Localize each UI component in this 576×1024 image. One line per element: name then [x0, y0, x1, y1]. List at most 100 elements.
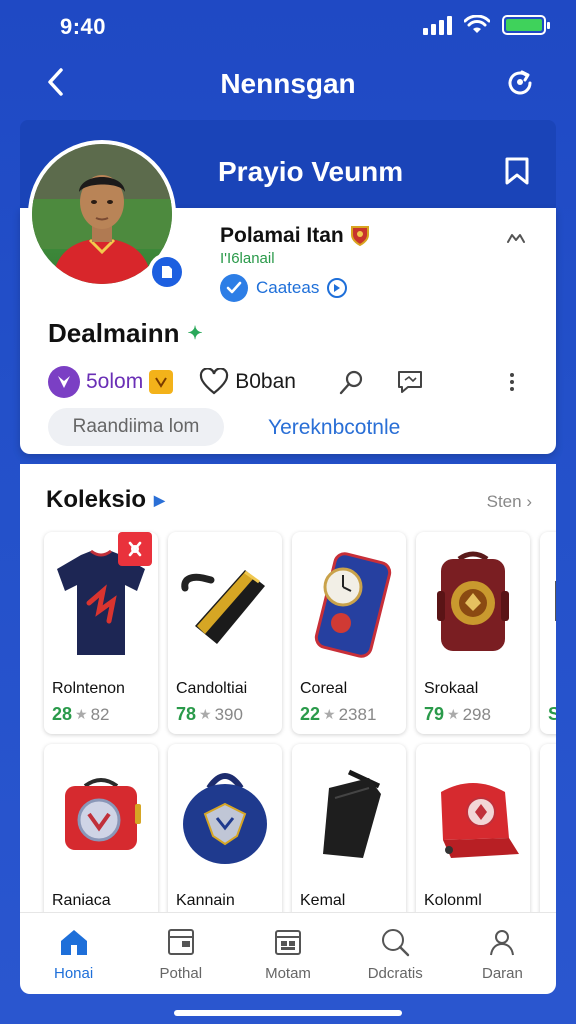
section-title-text: Koleksio [46, 486, 147, 513]
search-icon [339, 370, 363, 395]
search-pill[interactable]: Raandiima lom [48, 408, 224, 446]
bottom-nav: Honai Pothal Motam Ddcratis Daran [20, 912, 556, 994]
verify-label: Caateas [256, 278, 320, 297]
heart-icon [200, 368, 229, 395]
club-crest-icon [350, 226, 369, 247]
product-card[interactable]: Srokaal 79 ★ 298 [416, 532, 530, 734]
red-bag-image [44, 744, 158, 882]
battery-fill [506, 19, 542, 31]
signal-icon [423, 15, 452, 35]
avatar-badge[interactable] [148, 253, 186, 291]
product-name: Kannain [176, 892, 235, 909]
nav-calendar[interactable]: Motam [234, 913, 341, 994]
username-text: Dealmainn [48, 318, 180, 348]
calendar-icon [271, 925, 305, 959]
bookmark-button[interactable] [500, 154, 534, 188]
rating-value: 79 [424, 704, 445, 724]
followers-count: B0ban [235, 370, 296, 393]
share-icon [508, 70, 532, 95]
club-handle: I'I6lanail [220, 250, 275, 267]
bookmark-icon [505, 157, 529, 185]
section-title[interactable]: Koleksio ▶ [46, 486, 165, 514]
play-small-icon: ▶ [154, 491, 165, 508]
status-icons [423, 15, 550, 35]
nav-calendar-label: Motam [265, 965, 311, 982]
product-card[interactable] [540, 744, 556, 912]
banner-name: Prayio Veunm [218, 156, 404, 187]
nav-profile-label: Daran [481, 965, 523, 982]
more-vertical-icon [510, 373, 514, 391]
rating-value: 78 [176, 704, 197, 724]
product-name: Kolonml [424, 892, 482, 909]
battery-icon [502, 15, 550, 35]
chevron-mini-icon [507, 234, 525, 243]
nav-wallet[interactable]: Pothal [127, 913, 234, 994]
home-icon [57, 925, 91, 959]
rating-value: 28 [52, 704, 73, 724]
rating-value: 22 [300, 704, 321, 724]
nav-search[interactable]: Ddcratis [342, 913, 449, 994]
profile-link[interactable]: Yereknbcotnle [268, 416, 400, 440]
nav-home[interactable]: Honai [20, 913, 127, 994]
message-button[interactable] [394, 366, 426, 398]
product-name: Srokaal [424, 680, 479, 697]
verify-row[interactable]: Caateas [220, 274, 348, 302]
product-card[interactable]: Candoltiai 78 ★ 390 [168, 532, 282, 734]
followers-stat[interactable]: B0ban [199, 368, 296, 396]
product-card[interactable]: Kannain [168, 744, 282, 912]
watch-case-image [292, 532, 406, 670]
product-card[interactable]: Kolonml [416, 744, 530, 912]
camera-icon [152, 257, 182, 287]
backpack-image [416, 532, 530, 670]
cap-image [416, 744, 530, 882]
nav-home-label: Honai [54, 965, 94, 982]
status-time: 9:40 [60, 14, 107, 39]
round-bag-image [168, 744, 282, 882]
chat-icon [397, 371, 422, 393]
status-bar: 9:40 [0, 0, 576, 52]
play-circle-icon [327, 278, 348, 298]
product-card[interactable]: Raniaca [44, 744, 158, 912]
wallet-icon [164, 925, 198, 959]
product-card[interactable]: Coreal 22 ★ 2381 [292, 532, 406, 734]
nav-search-label: Ddcratis [367, 965, 423, 982]
share-button[interactable] [502, 64, 538, 100]
star-icon: ★ [75, 706, 88, 722]
product-rating: 79 ★ 298 [424, 704, 491, 725]
username: Dealmainn ✦ [48, 318, 203, 349]
rating-value: S [548, 704, 556, 724]
likes-stat[interactable]: 5olom [48, 366, 174, 398]
product-card[interactable]: S [540, 532, 556, 734]
more-options-button[interactable] [496, 366, 528, 398]
rating-count: 390 [214, 704, 243, 724]
see-all-link[interactable]: Sten › [487, 492, 532, 512]
armband-image [168, 532, 282, 670]
product-card[interactable]: Kemal [292, 744, 406, 912]
black-bag-image [292, 744, 406, 882]
product-name: Rolntenon [52, 680, 125, 697]
product-name: Candoltiai [176, 680, 248, 697]
rating-count: 2381 [338, 704, 377, 724]
search-action-button[interactable] [336, 366, 368, 398]
product-name: Kemal [300, 892, 346, 909]
collapse-button[interactable] [504, 228, 528, 248]
search-icon [378, 925, 412, 959]
page-title: Nennsgan [220, 68, 356, 99]
club-name-text: Polamai Itan [220, 224, 344, 247]
verified-icon [220, 274, 248, 302]
home-indicator[interactable] [174, 1010, 402, 1016]
product-rating: 28 ★ 82 [52, 704, 110, 725]
profile-icon [485, 925, 519, 959]
rating-count: 298 [462, 704, 491, 724]
collection-section: Koleksio ▶ Sten › Rolntenon 28 ★ 82 Cand… [20, 464, 556, 912]
club-name: Polamai Itan [220, 224, 370, 248]
see-all-label: Sten [486, 492, 522, 511]
wifi-icon [464, 15, 490, 33]
star-icon: ★ [323, 706, 336, 722]
product-card[interactable]: Rolntenon 28 ★ 82 [44, 532, 158, 734]
stats-row: 5olom B0ban [48, 364, 528, 400]
product-rating: 22 ★ 2381 [300, 704, 376, 725]
nav-profile[interactable]: Daran [449, 913, 556, 994]
star-icon: ★ [199, 706, 212, 722]
nav-wallet-label: Pothal [159, 965, 203, 982]
